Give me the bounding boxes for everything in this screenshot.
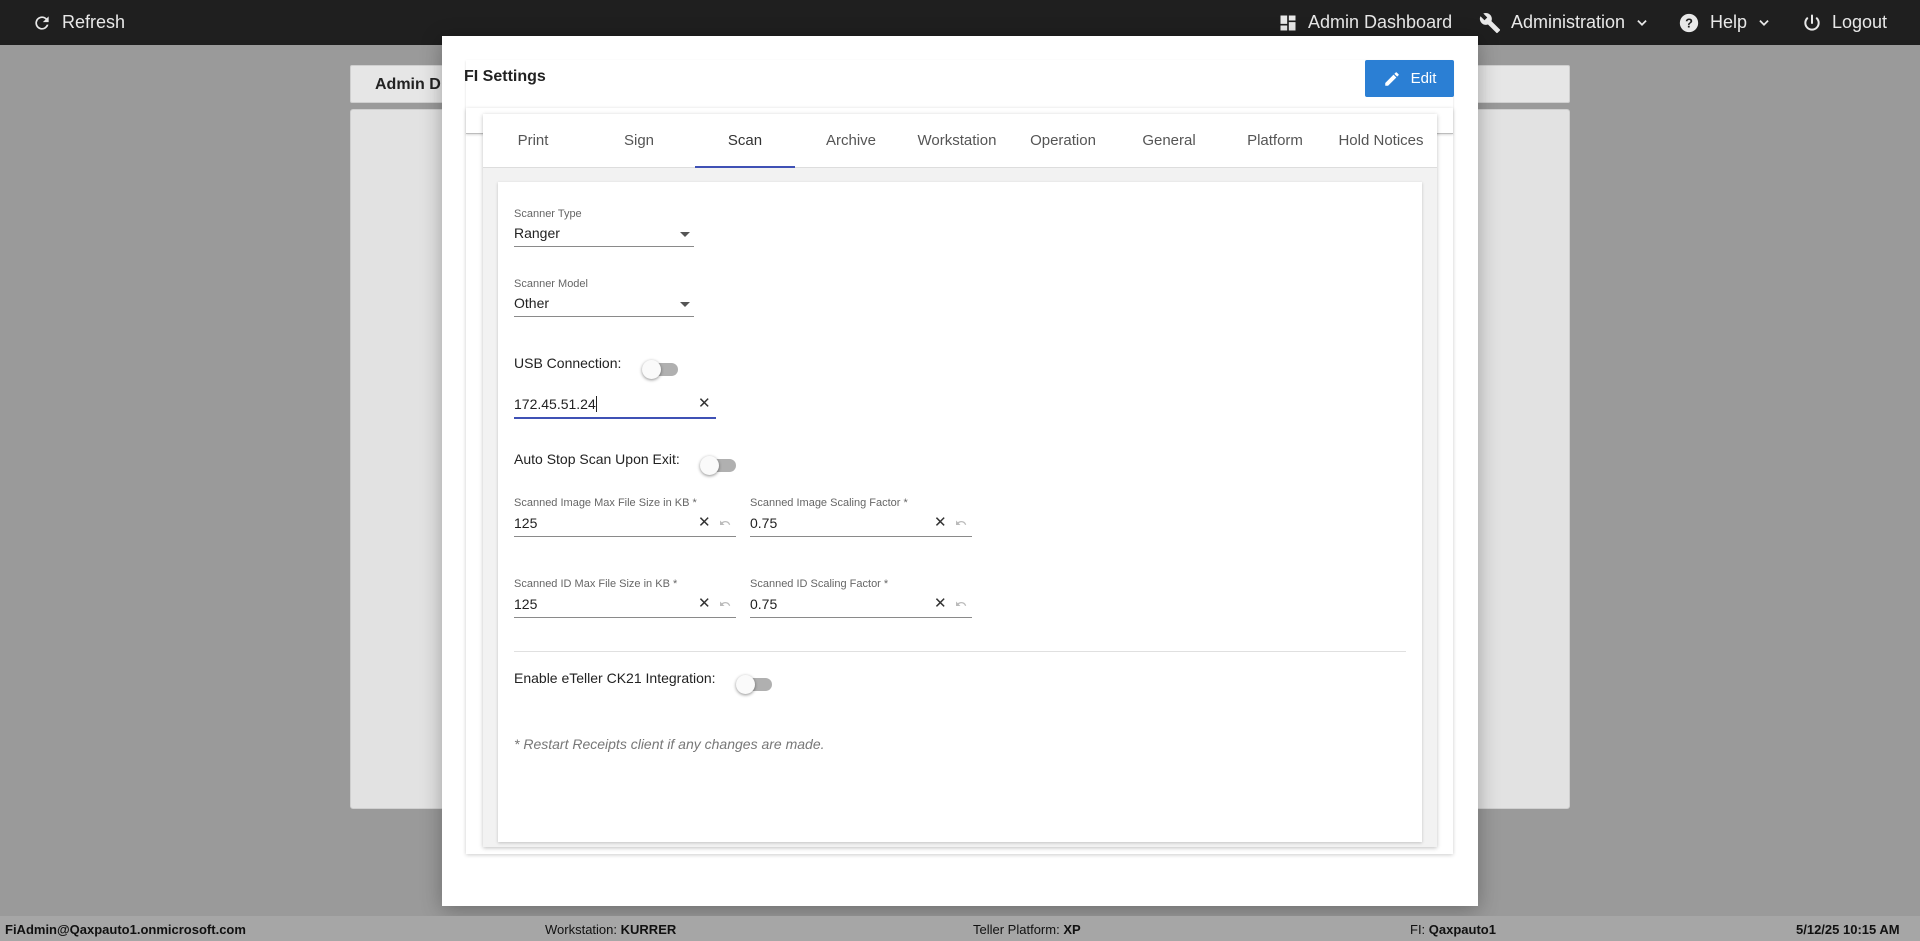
eteller-integration-label: Enable eTeller CK21 Integration:	[514, 670, 716, 686]
toggle-thumb	[736, 675, 755, 694]
text-cursor	[596, 396, 597, 412]
edit-label: Edit	[1410, 70, 1437, 87]
dashboard-icon	[1280, 15, 1296, 30]
id-scaling-input[interactable]: 0.75 ✕	[750, 593, 972, 619]
fi-settings-modal: FI Settings Edit Print Sign Scan Archive…	[442, 36, 1478, 906]
scanner-type-value: Ranger	[514, 225, 560, 241]
undo-icon[interactable]	[954, 517, 968, 529]
status-workstation: Workstation: KURRER	[545, 922, 677, 937]
scanner-type-select[interactable]: Ranger	[514, 222, 694, 248]
scan-settings-panel: Scanner Type Ranger Scanner Model Other …	[498, 182, 1422, 842]
id-scaling-label: Scanned ID Scaling Factor *	[750, 578, 889, 590]
clear-icon[interactable]: ✕	[934, 596, 947, 611]
tab-hold-notices[interactable]: Hold Notices	[1331, 114, 1431, 168]
active-tab-indicator	[695, 166, 795, 168]
administration-label: Administration	[1511, 12, 1626, 32]
scanner-model-value: Other	[514, 295, 550, 311]
undo-icon[interactable]	[954, 598, 968, 610]
logout-button[interactable]: Logout	[1802, 0, 1887, 45]
usb-connection-toggle[interactable]	[642, 357, 678, 381]
settings-card: Print Sign Scan Archive Workstation Oper…	[483, 114, 1437, 847]
usb-connection-label: USB Connection:	[514, 355, 622, 371]
status-fi: FI: Qaxpauto1	[1410, 922, 1496, 937]
clear-icon[interactable]: ✕	[698, 396, 711, 411]
restart-note: * Restart Receipts client if any changes…	[514, 736, 825, 752]
status-user: FiAdmin@Qaxpauto1.onmicrosoft.com	[5, 922, 246, 937]
dropdown-caret-icon	[680, 232, 690, 237]
status-datetime: 5/12/25 10:15 AM	[1796, 922, 1900, 937]
modal-title: FI Settings	[464, 68, 546, 85]
id-scaling-value: 0.75	[750, 596, 778, 612]
ip-address-underline	[514, 417, 716, 419]
id-max-size-value: 125	[514, 596, 538, 612]
image-max-size-value: 125	[514, 515, 538, 531]
administration-menu[interactable]: Administration	[1479, 0, 1649, 45]
chevron-down-icon	[1637, 19, 1647, 26]
id-max-size-label: Scanned ID Max File Size in KB *	[514, 578, 678, 590]
image-scaling-underline	[750, 536, 972, 537]
ip-address-value: 172.45.51.24	[514, 396, 596, 412]
ip-address-input[interactable]: 172.45.51.24 ✕	[514, 392, 716, 420]
chevron-down-icon	[1759, 19, 1769, 26]
tab-print[interactable]: Print	[483, 114, 583, 168]
logout-label: Logout	[1832, 12, 1888, 32]
section-divider	[514, 651, 1406, 652]
clear-icon[interactable]: ✕	[934, 515, 947, 530]
scanner-model-underline	[514, 316, 694, 317]
tab-workstation[interactable]: Workstation	[907, 114, 1007, 168]
toggle-thumb	[642, 360, 661, 379]
eteller-integration-toggle[interactable]	[736, 672, 772, 696]
toggle-thumb	[700, 456, 719, 475]
tab-platform[interactable]: Platform	[1225, 114, 1325, 168]
image-scaling-value: 0.75	[750, 515, 778, 531]
clear-icon[interactable]: ✕	[698, 515, 711, 530]
id-max-size-input[interactable]: 125 ✕	[514, 593, 736, 619]
help-icon: ?	[1679, 13, 1699, 32]
power-icon	[1804, 14, 1820, 31]
tab-operation[interactable]: Operation	[1013, 114, 1113, 168]
dropdown-caret-icon	[680, 302, 690, 307]
status-teller-platform: Teller Platform: XP	[973, 922, 1081, 937]
edit-button[interactable]: Edit	[1365, 60, 1454, 97]
scanner-model-label: Scanner Model	[514, 278, 588, 290]
tab-sign[interactable]: Sign	[589, 114, 689, 168]
status-bar: FiAdmin@Qaxpauto1.onmicrosoft.com Workst…	[0, 916, 1920, 941]
settings-tabs: Print Sign Scan Archive Workstation Oper…	[483, 114, 1437, 168]
scanner-type-label: Scanner Type	[514, 208, 582, 220]
auto-stop-toggle[interactable]	[700, 453, 736, 477]
scanner-type-underline	[514, 246, 694, 247]
image-max-size-underline	[514, 536, 736, 537]
tab-scan[interactable]: Scan	[695, 114, 795, 168]
scanner-model-select[interactable]: Other	[514, 292, 694, 318]
id-scaling-underline	[750, 617, 972, 618]
undo-icon[interactable]	[718, 517, 732, 529]
admin-dashboard-label: Admin Dashboard	[1308, 12, 1453, 32]
refresh-label: Refresh	[62, 12, 126, 32]
image-max-size-input[interactable]: 125 ✕	[514, 512, 736, 538]
image-scaling-label: Scanned Image Scaling Factor *	[750, 497, 908, 509]
pencil-icon	[1384, 71, 1399, 86]
refresh-icon	[35, 15, 49, 30]
background-page-title: Admin D	[375, 76, 441, 93]
help-label: Help	[1710, 12, 1748, 32]
help-menu[interactable]: ? Help	[1678, 0, 1771, 45]
undo-icon[interactable]	[718, 598, 732, 610]
image-scaling-input[interactable]: 0.75 ✕	[750, 512, 972, 538]
refresh-button[interactable]: Refresh	[32, 0, 125, 45]
tab-general[interactable]: General	[1119, 114, 1219, 168]
wrench-icon	[1479, 12, 1501, 33]
auto-stop-label: Auto Stop Scan Upon Exit:	[514, 451, 680, 467]
image-max-size-label: Scanned Image Max File Size in KB *	[514, 497, 697, 509]
clear-icon[interactable]: ✕	[698, 596, 711, 611]
svg-text:?: ?	[1685, 15, 1693, 30]
id-max-size-underline	[514, 617, 736, 618]
tab-archive[interactable]: Archive	[801, 114, 901, 168]
